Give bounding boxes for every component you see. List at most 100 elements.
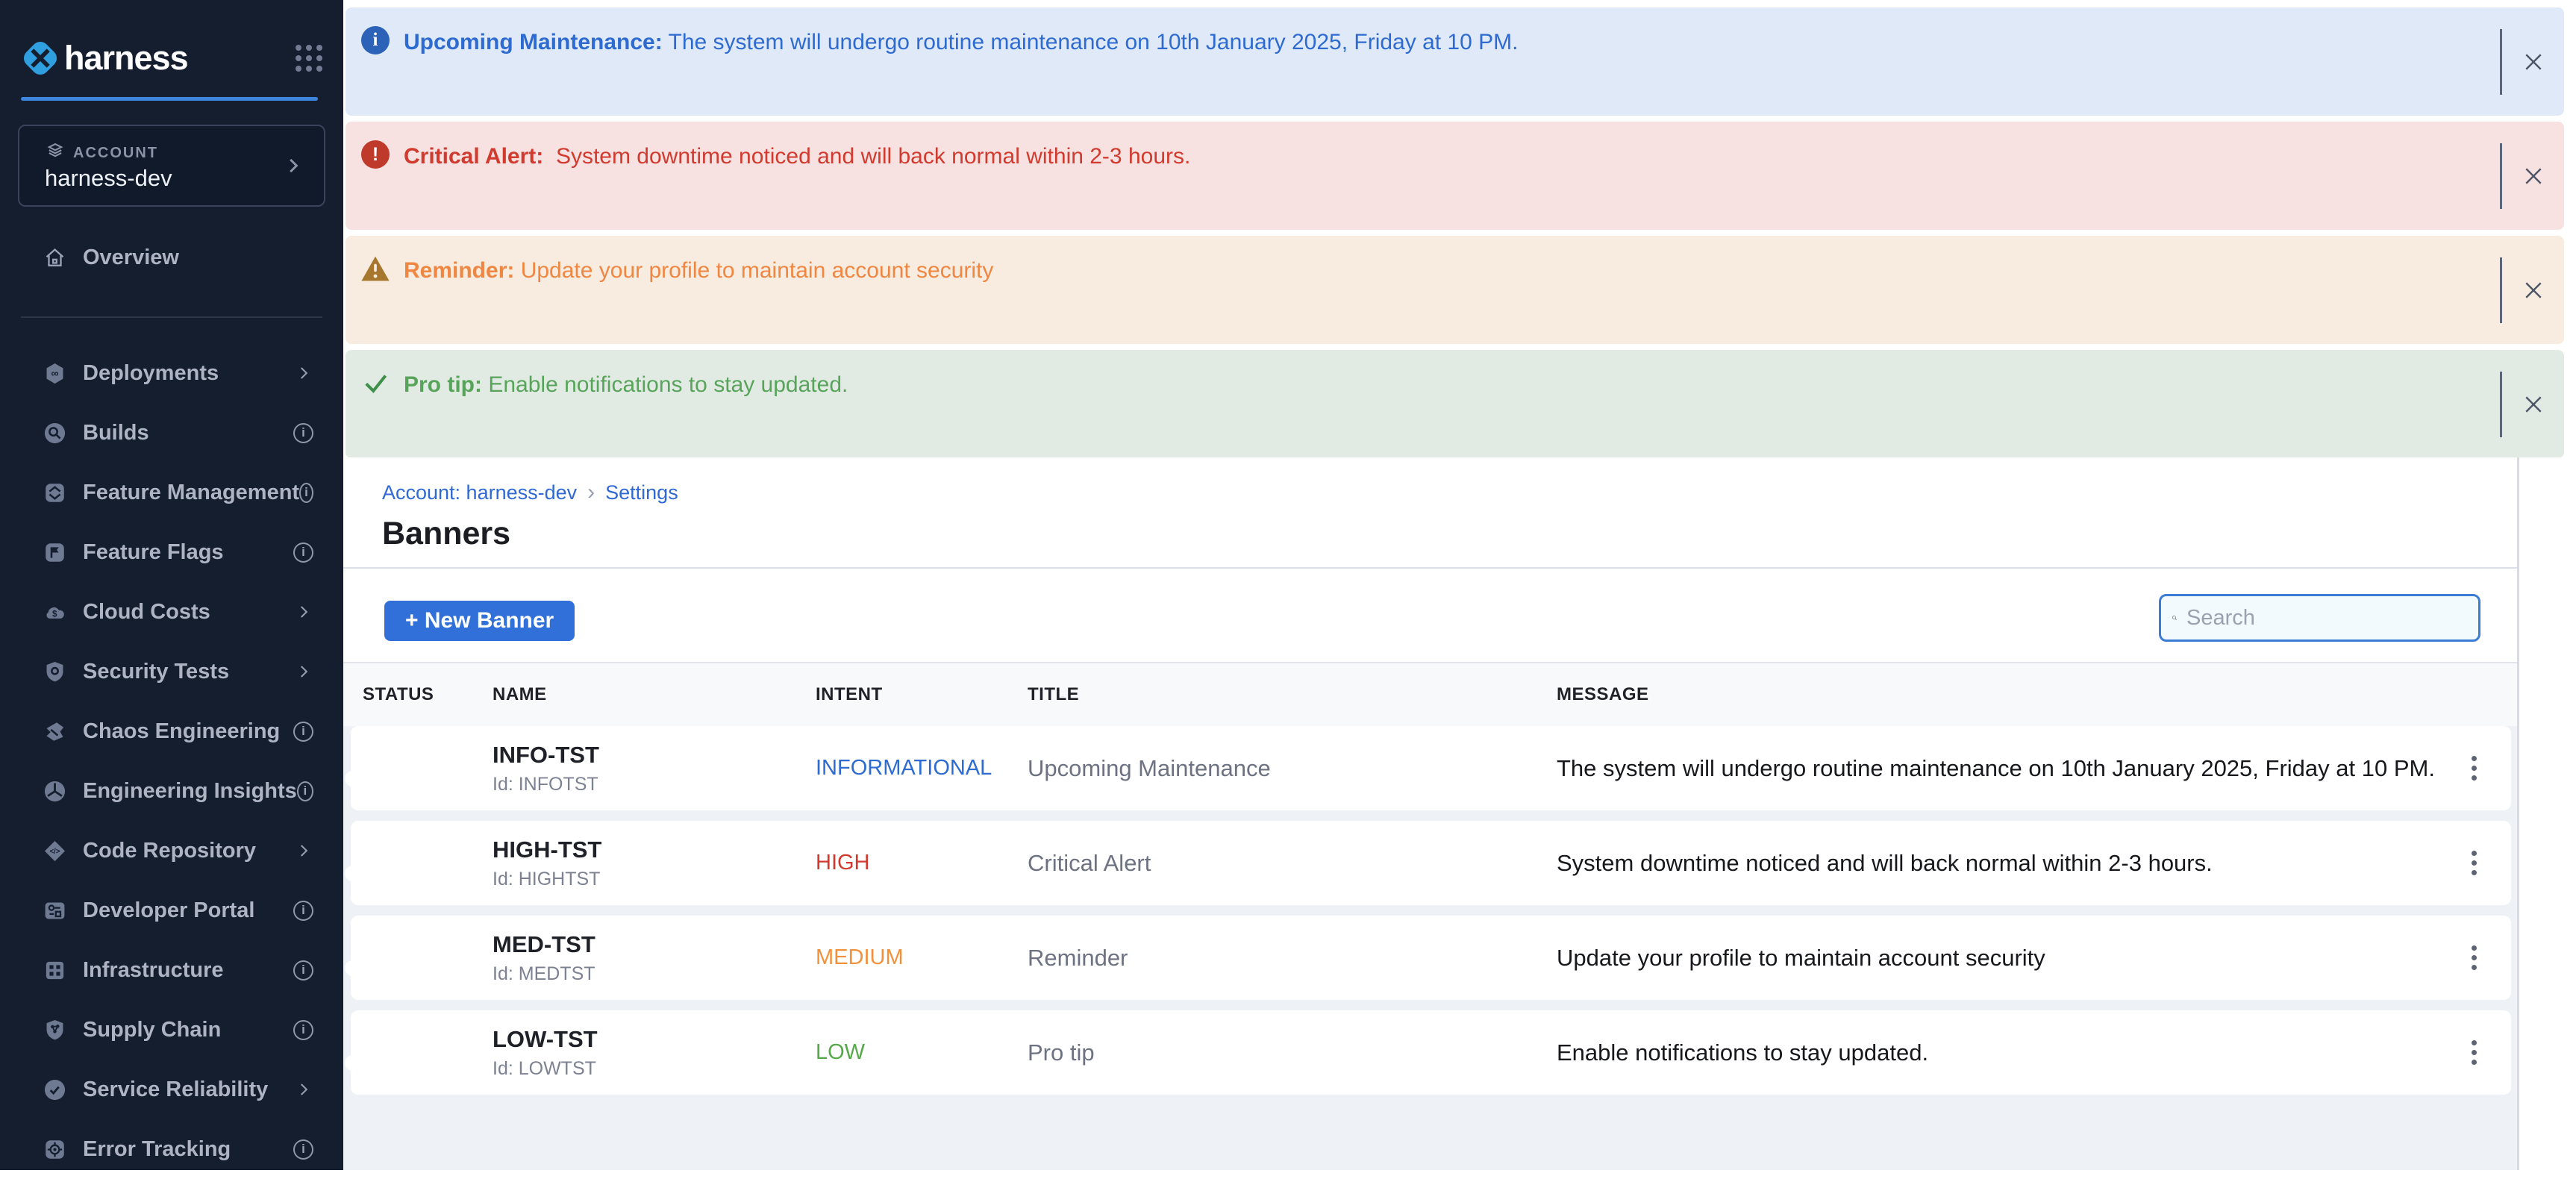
info-icon[interactable]: i: [293, 722, 313, 742]
banner-divider: [2500, 143, 2502, 209]
infrastructure-icon: [43, 959, 66, 982]
sidebar-item-feature-flags[interactable]: Feature Flags i: [0, 522, 343, 582]
table-row[interactable]: INFO-TSTId: INFOTST INFORMATIONAL Upcomi…: [351, 726, 2511, 810]
chevron-right-icon: [294, 1080, 313, 1099]
breadcrumb-separator: ›: [587, 480, 595, 505]
sidebar-item-chaos-engineering[interactable]: Chaos Engineering i: [0, 701, 343, 761]
banners-table: STATUS NAME INTENT TITLE MESSAGE INFO-TS…: [343, 662, 2517, 1170]
sidebar-item-service-reliability[interactable]: Service Reliability: [0, 1060, 343, 1119]
feature-flags-icon: [43, 541, 66, 564]
kebab-menu-icon[interactable]: [2472, 1040, 2477, 1065]
intent-badge: HIGH: [816, 851, 1028, 875]
sidebar: harness ACCOUNT harness-dev Overview: [0, 0, 343, 1170]
column-header-message: MESSAGE: [1557, 684, 2442, 705]
info-icon[interactable]: i: [293, 542, 313, 563]
banner-name: LOW-TST: [493, 1026, 816, 1053]
deployments-icon: ∞: [43, 362, 66, 385]
error-tracking-icon: [43, 1138, 66, 1161]
close-icon[interactable]: [2521, 392, 2546, 417]
breadcrumb-account-link[interactable]: Account: harness-dev: [382, 481, 577, 504]
intent-badge: LOW: [816, 1040, 1028, 1065]
table-row[interactable]: MED-TSTId: MEDTST MEDIUM Reminder Update…: [351, 916, 2511, 1000]
search-box[interactable]: [2159, 594, 2480, 642]
check-icon: [360, 368, 390, 398]
sidebar-item-code-repository[interactable]: </> Code Repository: [0, 821, 343, 881]
chevron-right-icon: [294, 841, 313, 860]
chevron-right-icon: [294, 662, 313, 681]
scrollbar-track[interactable]: [2517, 457, 2519, 1170]
breadcrumb-settings-link[interactable]: Settings: [605, 481, 678, 504]
sidebar-item-overview[interactable]: Overview: [0, 229, 343, 286]
page-title: Banners: [382, 516, 510, 552]
banner-title: Pro tip: [1028, 1039, 1557, 1066]
kebab-menu-icon[interactable]: [2472, 851, 2477, 875]
sidebar-accent-rule: [21, 97, 318, 101]
info-icon[interactable]: i: [293, 423, 313, 443]
banner-text: Pro tip: Enable notifications to stay up…: [404, 372, 848, 398]
banner-critical: ! Critical Alert: System downtime notice…: [346, 122, 2564, 230]
info-icon[interactable]: i: [293, 1020, 313, 1040]
sidebar-item-supply-chain[interactable]: Supply Chain i: [0, 1000, 343, 1060]
search-icon: [2172, 607, 2178, 629]
svg-text:∞: ∞: [51, 368, 58, 380]
chevron-right-icon: [282, 154, 304, 181]
banner-divider: [2500, 257, 2502, 323]
banner-id: Id: LOWTST: [493, 1058, 816, 1080]
banner-title: Reminder: [1028, 945, 1557, 972]
sidebar-item-feature-management[interactable]: Feature Management i: [0, 463, 343, 522]
info-icon[interactable]: i: [297, 781, 313, 801]
logo-row: harness: [21, 36, 322, 81]
account-label: ACCOUNT: [73, 145, 158, 162]
sidebar-item-builds[interactable]: Builds i: [0, 403, 343, 463]
warning-triangle-icon: [360, 254, 390, 284]
sidebar-item-error-tracking[interactable]: Error Tracking i: [0, 1119, 343, 1179]
sidebar-item-cloud-costs[interactable]: $ Cloud Costs: [0, 582, 343, 642]
column-header-intent: INTENT: [816, 684, 1028, 705]
logo-text: harness: [64, 39, 188, 78]
home-icon: [43, 246, 66, 269]
service-reliability-icon: [43, 1078, 66, 1101]
code-repository-icon: </>: [43, 839, 66, 863]
close-icon[interactable]: [2521, 163, 2546, 189]
kebab-menu-icon[interactable]: [2472, 945, 2477, 970]
banner-warning: Reminder: Update your profile to maintai…: [346, 236, 2564, 344]
intent-badge: INFORMATIONAL: [816, 756, 1028, 781]
chevron-right-icon: [294, 363, 313, 383]
layers-icon: [45, 141, 66, 166]
banner-id: Id: INFOTST: [493, 774, 816, 795]
close-icon[interactable]: [2521, 278, 2546, 303]
banner-id: Id: MEDTST: [493, 963, 816, 985]
search-input[interactable]: [2186, 606, 2468, 631]
alert-circle-icon: !: [360, 140, 390, 169]
new-banner-button[interactable]: + New Banner: [384, 601, 575, 641]
banner-text: Critical Alert: System downtime noticed …: [404, 144, 1190, 169]
info-icon[interactable]: i: [293, 901, 313, 921]
close-icon[interactable]: [2521, 49, 2546, 75]
table-row[interactable]: HIGH-TSTId: HIGHTST HIGH Critical Alert …: [351, 821, 2511, 905]
sidebar-item-deployments[interactable]: ∞ Deployments: [0, 343, 343, 403]
svg-text:</>: </>: [50, 847, 60, 855]
banner-success: Pro tip: Enable notifications to stay up…: [346, 350, 2564, 458]
sidebar-item-infrastructure[interactable]: Infrastructure i: [0, 940, 343, 1000]
table-row[interactable]: LOW-TSTId: LOWTST LOW Pro tip Enable not…: [351, 1010, 2511, 1095]
account-name: harness-dev: [45, 165, 172, 192]
column-header-status: STATUS: [363, 684, 493, 705]
account-selector[interactable]: ACCOUNT harness-dev: [18, 125, 325, 207]
supply-chain-icon: [43, 1019, 66, 1042]
sidebar-item-developer-portal[interactable]: Developer Portal i: [0, 881, 343, 940]
info-icon[interactable]: i: [293, 960, 313, 981]
sidebar-item-security-tests[interactable]: Security Tests: [0, 642, 343, 701]
apps-grid-icon[interactable]: [296, 45, 322, 72]
sidebar-item-engineering-insights[interactable]: Engineering Insights i: [0, 761, 343, 821]
builds-icon: [43, 422, 66, 445]
banner-title: Critical Alert: [1028, 850, 1557, 877]
kebab-menu-icon[interactable]: [2472, 756, 2477, 781]
title-divider: [343, 567, 2517, 569]
info-icon[interactable]: i: [293, 1139, 313, 1160]
info-icon[interactable]: i: [299, 483, 313, 503]
banner-message: Update your profile to maintain account …: [1557, 945, 2436, 972]
banner-name: HIGH-TST: [493, 836, 816, 863]
info-circle-icon: i: [360, 25, 390, 55]
banner-message: The system will undergo routine maintena…: [1557, 755, 2436, 782]
banner-name: MED-TST: [493, 931, 816, 958]
